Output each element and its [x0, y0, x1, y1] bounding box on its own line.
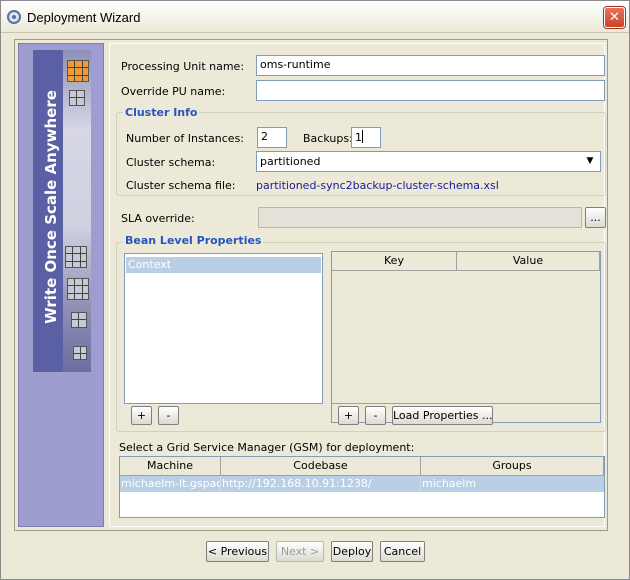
gsm-table-body: michaelm-lt.gspac... http://192.168.10.9…: [120, 476, 604, 517]
cube-icon: [69, 90, 85, 106]
cube-icon: [65, 246, 87, 268]
backups-label: Backups:: [303, 132, 353, 145]
instances-label: Number of Instances:: [126, 132, 245, 145]
close-button[interactable]: ✕: [604, 7, 625, 28]
remove-context-button[interactable]: -: [158, 406, 179, 425]
sla-override-input[interactable]: [258, 207, 582, 228]
cluster-schema-dropdown[interactable]: partitioned ▼: [256, 151, 601, 172]
add-context-button[interactable]: +: [131, 406, 152, 425]
pu-name-input[interactable]: oms-runtime: [256, 55, 605, 76]
properties-table[interactable]: Key Value: [331, 251, 601, 423]
side-banner-frame: Write Once Scale Anywhere: [18, 43, 104, 527]
groups-cell: michaelm: [422, 477, 477, 490]
cube-icon: [71, 312, 87, 328]
key-column-header[interactable]: Key: [332, 252, 457, 271]
machine-column-header[interactable]: Machine: [120, 457, 221, 476]
deployment-wizard-window: Deployment Wizard ✕ Write Once Scale Any…: [0, 0, 630, 580]
sla-override-label: SLA override:: [121, 212, 195, 225]
cube-icon: [73, 346, 87, 360]
codebase-column-header[interactable]: Codebase: [221, 457, 421, 476]
text-cursor: [362, 130, 363, 143]
previous-button[interactable]: < Previous: [206, 541, 269, 562]
backups-value: 1: [355, 131, 362, 144]
app-logo-icon: [7, 10, 21, 24]
next-button[interactable]: Next >: [276, 541, 324, 562]
window-title: Deployment Wizard: [27, 10, 141, 25]
pu-name-label: Processing Unit name:: [121, 60, 245, 73]
chevron-down-icon[interactable]: ▼: [582, 153, 598, 170]
cluster-schema-value: partitioned: [260, 155, 321, 168]
form-area: Processing Unit name: oms-runtime Overri…: [109, 43, 606, 527]
cube-icon: [67, 60, 89, 82]
title-bar[interactable]: Deployment Wizard ✕: [1, 1, 629, 33]
properties-table-body: [332, 252, 600, 404]
table-row[interactable]: michaelm-lt.gspac... http://192.168.10.9…: [120, 476, 604, 492]
override-pu-label: Override PU name:: [121, 85, 226, 98]
override-pu-input[interactable]: [256, 80, 605, 101]
backups-input[interactable]: 1: [351, 127, 381, 148]
cluster-info-title: Cluster Info: [123, 106, 200, 119]
gsm-table[interactable]: Machine Codebase Groups michaelm-lt.gspa…: [119, 456, 605, 518]
gsm-prompt: Select a Grid Service Manager (GSM) for …: [119, 441, 415, 454]
cube-icon: [67, 278, 89, 300]
groups-column-header[interactable]: Groups: [421, 457, 604, 476]
value-column-header[interactable]: Value: [457, 252, 600, 271]
cancel-button[interactable]: Cancel: [380, 541, 425, 562]
load-properties-button[interactable]: Load Properties ...: [392, 406, 493, 425]
banner-slogan: Write Once Scale Anywhere: [42, 90, 60, 324]
side-banner: Write Once Scale Anywhere: [33, 50, 91, 372]
schema-file-value: partitioned-sync2backup-cluster-schema.x…: [256, 179, 499, 192]
sla-browse-button[interactable]: ...: [585, 207, 606, 228]
cluster-schema-label: Cluster schema:: [126, 156, 216, 169]
remove-property-button[interactable]: -: [365, 406, 386, 425]
close-icon: ✕: [609, 10, 620, 25]
schema-file-label: Cluster schema file:: [126, 179, 236, 192]
deploy-button[interactable]: Deploy: [331, 541, 373, 562]
banner-artwork: [63, 50, 91, 372]
list-item[interactable]: Context: [126, 257, 321, 273]
instances-input[interactable]: 2: [257, 127, 287, 148]
machine-cell: michaelm-lt.gspac...: [120, 476, 221, 491]
wizard-content: Write Once Scale Anywhere Processing Uni…: [14, 39, 608, 531]
codebase-cell: http://192.168.10.91:1238/: [221, 476, 421, 491]
add-property-button[interactable]: +: [338, 406, 359, 425]
context-list[interactable]: Context: [124, 253, 323, 404]
bean-properties-title: Bean Level Properties: [123, 234, 264, 247]
